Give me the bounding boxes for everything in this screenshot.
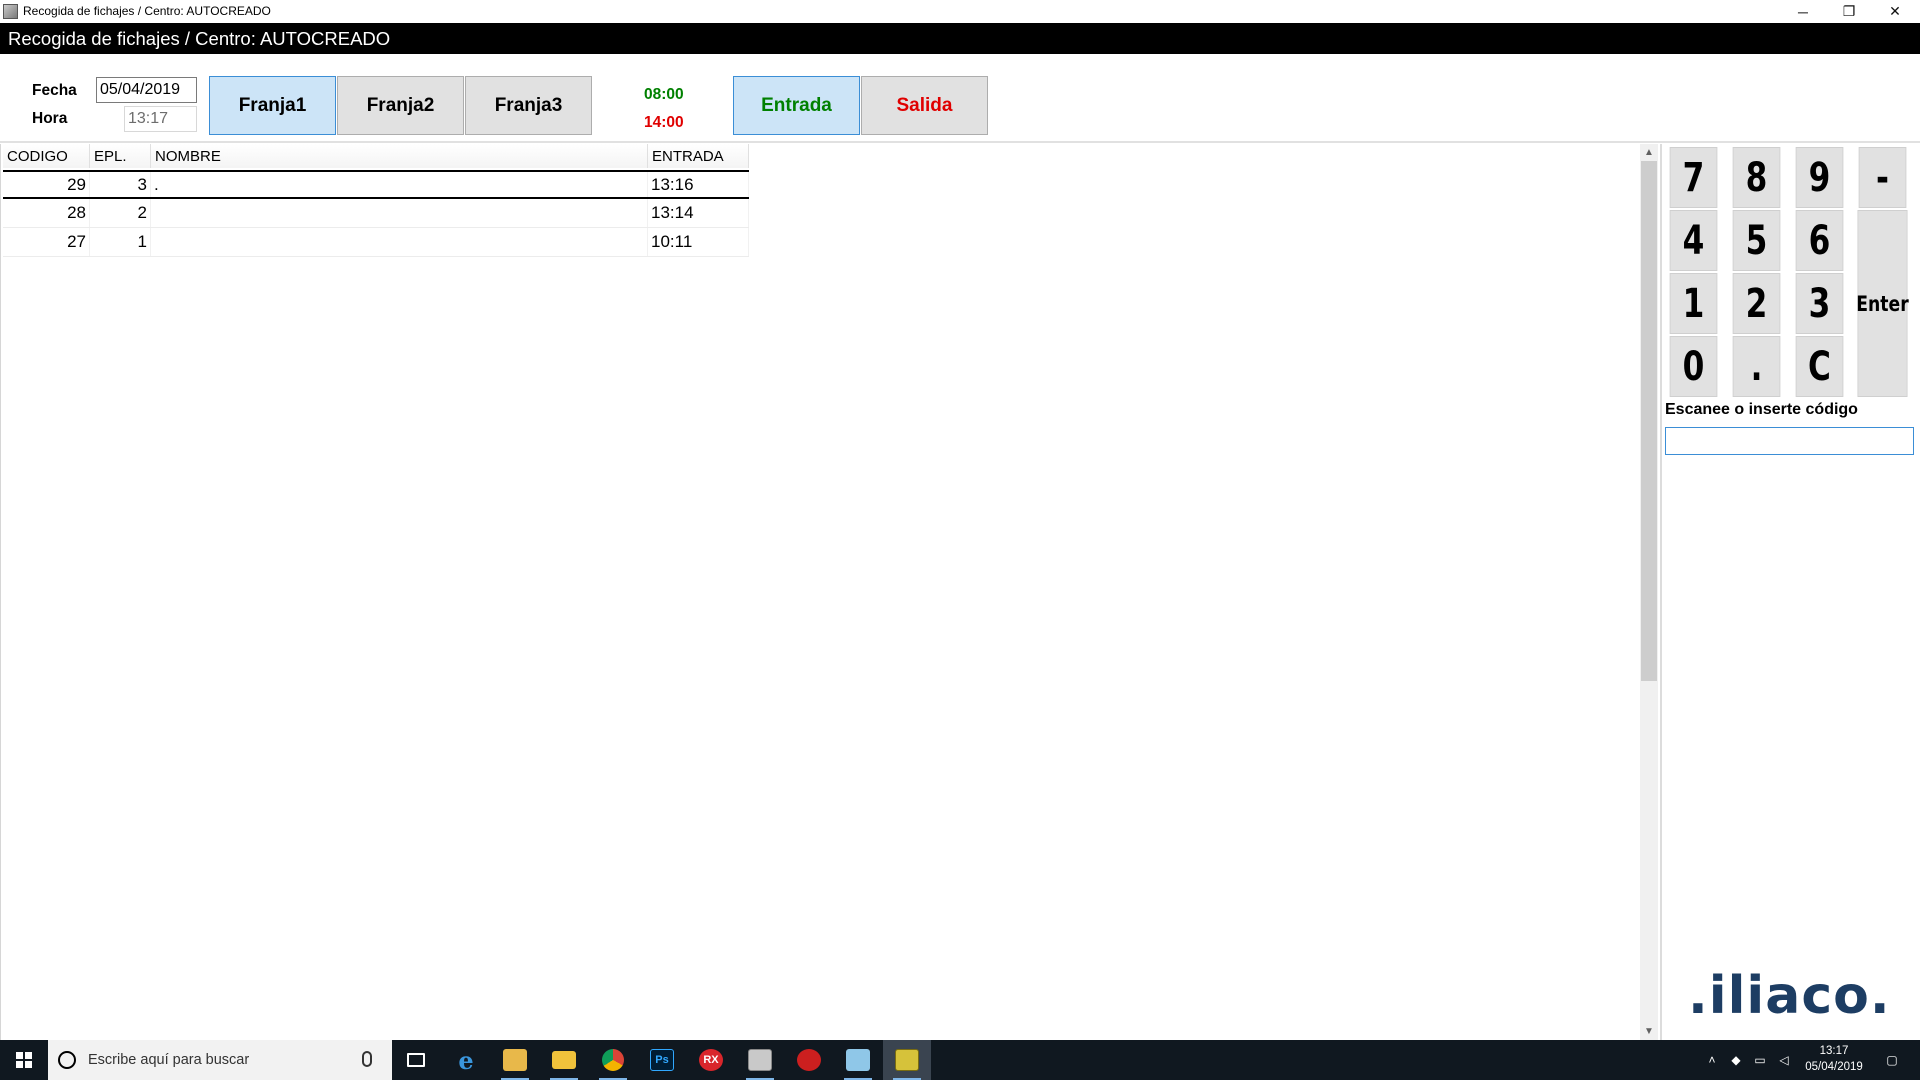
key-8[interactable]: 8 — [1732, 147, 1781, 208]
key-6[interactable]: 6 — [1795, 210, 1844, 271]
cell-entrada: 13:14 — [648, 199, 749, 227]
column-header-nombre[interactable]: NOMBRE — [151, 144, 648, 168]
chrome-icon[interactable] — [589, 1040, 637, 1080]
clock-time: 13:17 — [1819, 1045, 1849, 1057]
cell-nombre — [151, 228, 648, 256]
table-row[interactable]: 27 1 10:11 — [3, 228, 749, 257]
scrollbar-thumb[interactable] — [1641, 161, 1657, 681]
column-header-entrada[interactable]: ENTRADA — [648, 144, 749, 168]
volume-icon[interactable]: ◁ — [1774, 1040, 1794, 1080]
hora-label: Hora — [32, 110, 68, 127]
window-title: Recogida de fichajes / Centro: AUTOCREAD… — [23, 4, 271, 18]
column-header-epl[interactable]: EPL. — [90, 144, 151, 168]
fichajes-table: CODIGO EPL. NOMBRE ENTRADA 29 3 . 13:16 … — [0, 144, 1660, 1040]
cortana-circle-icon — [58, 1051, 76, 1069]
cell-nombre: . — [151, 172, 648, 197]
fecha-input[interactable]: 05/04/2019 — [96, 77, 197, 103]
minimize-button[interactable]: ─ — [1780, 0, 1826, 23]
cell-epl: 3 — [90, 172, 151, 197]
flash-app-icon[interactable] — [785, 1040, 833, 1080]
key-1[interactable]: 1 — [1669, 273, 1718, 334]
cell-epl: 1 — [90, 228, 151, 256]
franja3-button[interactable]: Franja3 — [465, 76, 592, 135]
table-row[interactable]: 28 2 13:14 — [3, 199, 749, 228]
notes-app-icon[interactable] — [834, 1040, 882, 1080]
key-2[interactable]: 2 — [1732, 273, 1781, 334]
rx-app-icon[interactable]: RX — [687, 1040, 735, 1080]
cell-nombre — [151, 199, 648, 227]
salida-button[interactable]: Salida — [861, 76, 988, 135]
key-5[interactable]: 5 — [1732, 210, 1781, 271]
column-header-codigo[interactable]: CODIGO — [3, 144, 90, 168]
app-header: Recogida de fichajes / Centro: AUTOCREAD… — [0, 23, 1920, 54]
dropbox-icon[interactable]: ◆ — [1726, 1040, 1746, 1080]
fecha-label: Fecha — [32, 82, 77, 99]
key-0[interactable]: 0 — [1669, 336, 1718, 397]
cell-entrada: 10:11 — [648, 228, 749, 256]
cell-entrada: 13:16 — [648, 172, 749, 197]
scroll-up-icon[interactable]: ▲ — [1640, 144, 1658, 161]
cell-codigo: 27 — [3, 228, 90, 256]
notifications-icon[interactable]: ▢ — [1872, 1040, 1912, 1080]
key-dot[interactable]: . — [1732, 336, 1781, 397]
file-explorer-icon[interactable] — [540, 1040, 588, 1080]
key-enter[interactable]: Enter — [1856, 210, 1909, 397]
taskbar: Escribe aquí para buscar e Ps RX ˄ ◆ ▭ ◁… — [0, 1040, 1920, 1080]
key-minus[interactable]: - — [1858, 147, 1907, 208]
key-3[interactable]: 3 — [1795, 273, 1844, 334]
show-hidden-icons-icon[interactable]: ˄ — [1702, 1040, 1722, 1080]
cell-codigo: 28 — [3, 199, 90, 227]
vertical-scrollbar[interactable]: ▲ ▼ — [1640, 144, 1658, 1040]
cell-epl: 2 — [90, 199, 151, 227]
key-clear[interactable]: C — [1795, 336, 1844, 397]
key-7[interactable]: 7 — [1669, 147, 1718, 208]
scan-code-input[interactable] — [1665, 427, 1914, 455]
key-9[interactable]: 9 — [1795, 147, 1844, 208]
app-header-title: Recogida de fichajes / Centro: AUTOCREAD… — [8, 28, 391, 49]
edge-icon[interactable]: e — [442, 1040, 490, 1080]
franja-start-time: 08:00 — [644, 86, 684, 103]
restore-button[interactable]: ❐ — [1826, 0, 1872, 23]
microphone-icon[interactable] — [362, 1051, 372, 1067]
window-titlebar: Recogida de fichajes / Centro: AUTOCREAD… — [0, 0, 1920, 23]
key-4[interactable]: 4 — [1669, 210, 1718, 271]
franja1-button[interactable]: Franja1 — [209, 76, 336, 135]
taskbar-search[interactable]: Escribe aquí para buscar — [48, 1040, 392, 1080]
franja2-button[interactable]: Franja2 — [337, 76, 464, 135]
taskbar-clock[interactable]: 13:17 05/04/2019 — [1796, 1043, 1872, 1079]
clock-date: 05/04/2019 — [1805, 1061, 1863, 1073]
iliaco-logo: .iliaco. — [1688, 966, 1891, 1026]
table-row[interactable]: 29 3 . 13:16 — [3, 170, 749, 199]
hora-input[interactable]: 13:17 — [124, 106, 197, 132]
network-icon[interactable]: ▭ — [1750, 1040, 1770, 1080]
close-button[interactable]: ✕ — [1872, 0, 1918, 23]
scroll-down-icon[interactable]: ▼ — [1640, 1023, 1658, 1040]
scan-label: Escanee o inserte código — [1665, 401, 1858, 418]
search-placeholder: Escribe aquí para buscar — [88, 1052, 250, 1068]
cell-codigo: 29 — [3, 172, 90, 197]
photoshop-icon[interactable]: Ps — [638, 1040, 686, 1080]
app-window-icon — [3, 4, 18, 19]
task-view-icon[interactable] — [392, 1040, 440, 1080]
franja-end-time: 14:00 — [644, 114, 684, 131]
mail-app-icon[interactable] — [491, 1040, 539, 1080]
start-button[interactable] — [0, 1040, 48, 1080]
fichajes-app-icon[interactable] — [736, 1040, 784, 1080]
windows-logo-icon — [16, 1052, 32, 1068]
iliaco-app-icon[interactable] — [883, 1040, 931, 1080]
entrada-button[interactable]: Entrada — [733, 76, 860, 135]
